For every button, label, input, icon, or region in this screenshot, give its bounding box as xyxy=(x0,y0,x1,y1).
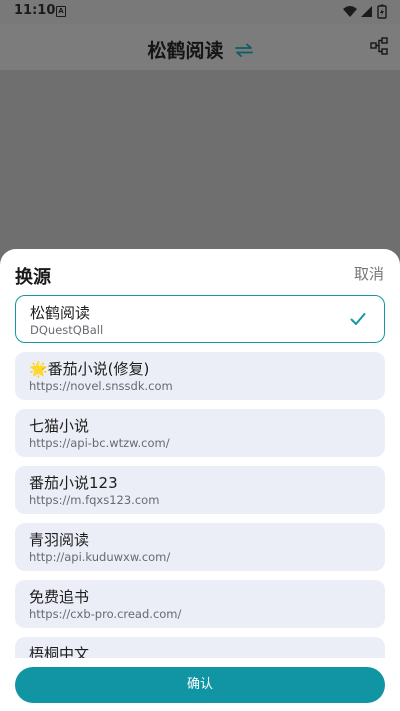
app-title-group[interactable]: 松鹤阅读 xyxy=(0,36,400,63)
source-name: 免费追书 xyxy=(29,588,90,606)
confirm-button[interactable]: 确认 xyxy=(15,667,385,703)
app-title: 松鹤阅读 xyxy=(147,40,224,62)
app-bar: 松鹤阅读 xyxy=(0,24,400,70)
source-item-wutong[interactable]: 梧桐中文 xyxy=(15,637,385,658)
source-name: 青羽阅读 xyxy=(29,531,90,549)
source-url: https://novel.snssdk.com xyxy=(29,379,173,393)
share-icon[interactable] xyxy=(370,37,388,55)
status-bar: 11:10 A xyxy=(0,0,400,24)
status-icons xyxy=(343,4,387,19)
source-item-fanqie-123[interactable]: 番茄小说123 https://m.fqxs123.com xyxy=(15,466,385,514)
source-item-qimao[interactable]: 七猫小说 https://api-bc.wtzw.com/ xyxy=(15,409,385,457)
source-name: 梧桐中文 xyxy=(29,645,90,658)
source-item-fanqie-fixed[interactable]: 🌟番茄小说(修复) https://novel.snssdk.com xyxy=(15,352,385,400)
source-url: https://m.fqxs123.com xyxy=(29,493,160,507)
signal-icon xyxy=(361,6,372,17)
source-name: 松鹤阅读 xyxy=(30,304,91,322)
notification-icon: A xyxy=(56,6,66,17)
status-time: 11:10 xyxy=(14,3,56,18)
wifi-icon xyxy=(343,6,357,17)
swap-arrows-icon[interactable] xyxy=(234,43,253,57)
cancel-button[interactable]: 取消 xyxy=(354,263,384,284)
battery-icon xyxy=(377,4,387,19)
check-icon xyxy=(350,313,366,325)
source-list[interactable]: 松鹤阅读 DQuestQBall 🌟番茄小说(修复) https://novel… xyxy=(15,295,385,658)
source-item-songhe[interactable]: 松鹤阅读 DQuestQBall xyxy=(15,295,385,343)
source-url: http://api.kuduwxw.com/ xyxy=(29,550,171,564)
source-item-mianfei[interactable]: 免费追书 https://cxb-pro.cread.com/ xyxy=(15,580,385,628)
source-url: DQuestQBall xyxy=(30,323,104,337)
source-name: 番茄小说123 xyxy=(29,474,118,492)
sheet-title: 换源 xyxy=(15,267,51,288)
source-name: 🌟番茄小说(修复) xyxy=(29,360,150,378)
source-url: https://cxb-pro.cread.com/ xyxy=(29,607,182,621)
source-item-qingyu[interactable]: 青羽阅读 http://api.kuduwxw.com/ xyxy=(15,523,385,571)
source-name: 七猫小说 xyxy=(29,417,90,435)
source-url: https://api-bc.wtzw.com/ xyxy=(29,436,170,450)
change-source-sheet: 换源 取消 松鹤阅读 DQuestQBall 🌟番茄小说(修复) https:/… xyxy=(0,249,400,711)
